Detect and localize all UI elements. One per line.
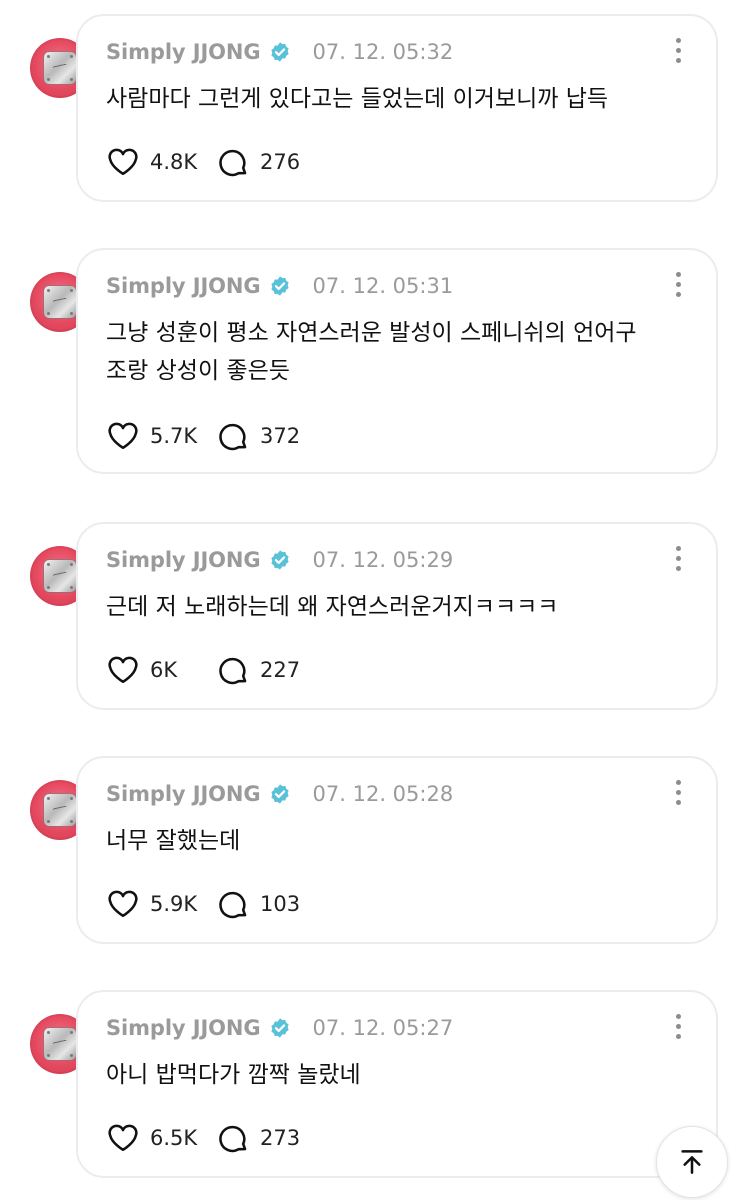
like-count: 4.8K [150, 150, 198, 174]
like-button[interactable]: 5.9K [106, 887, 216, 921]
like-button[interactable]: 4.8K [106, 145, 216, 179]
reply-button[interactable]: 276 [216, 145, 326, 179]
reply-button[interactable]: 273 [216, 1121, 326, 1155]
author-name[interactable]: Simply JJONG [106, 40, 261, 64]
more-vertical-icon[interactable] [674, 272, 682, 300]
heart-icon [108, 890, 138, 918]
comment-bubble-icon [219, 423, 247, 451]
comment-card: Simply JJONG 07. 12. 05:29 근데 저 노래하는데 왜 … [76, 522, 718, 710]
author-name[interactable]: Simply JJONG [106, 1016, 261, 1040]
verified-badge-icon [270, 42, 289, 62]
comment-text: 근데 저 노래하는데 왜 자연스러운거지ㅋㅋㅋㅋ [106, 594, 559, 620]
reply-button[interactable]: 227 [216, 653, 326, 687]
verified-badge-icon [270, 276, 289, 296]
heart-icon [108, 148, 138, 176]
reply-button[interactable]: 103 [216, 887, 326, 921]
verified-badge-icon [270, 550, 289, 570]
comment-card: Simply JJONG 07. 12. 05:32 사람마다 그런게 있다고는… [76, 14, 718, 202]
more-vertical-icon[interactable] [674, 780, 682, 808]
like-button[interactable]: 6K [106, 653, 216, 687]
author-name[interactable]: Simply JJONG [106, 274, 261, 298]
heart-icon [108, 656, 138, 684]
like-button[interactable]: 5.7K [106, 419, 216, 453]
reply-count: 227 [260, 658, 301, 682]
comment-feed: Simply JJONG 07. 12. 05:32 사람마다 그런게 있다고는… [0, 0, 748, 1200]
heart-icon [108, 422, 138, 450]
like-count: 5.7K [150, 424, 198, 448]
reply-count: 276 [260, 150, 301, 174]
timestamp: 07. 12. 05:27 [312, 1016, 454, 1040]
comment-bubble-icon [219, 149, 247, 177]
comment-card: Simply JJONG 07. 12. 05:31 그냥 성훈이 평소 자연스… [76, 248, 718, 474]
comment-card: Simply JJONG 07. 12. 05:27 아니 밥먹다가 깜짝 놀랐… [76, 990, 718, 1178]
timestamp: 07. 12. 05:32 [312, 40, 454, 64]
more-vertical-icon[interactable] [674, 546, 682, 574]
timestamp: 07. 12. 05:31 [312, 274, 454, 298]
verified-badge-icon [270, 784, 289, 804]
timestamp: 07. 12. 05:28 [312, 782, 454, 806]
like-count: 6K [150, 658, 178, 682]
author-name[interactable]: Simply JJONG [106, 548, 261, 572]
comment-text: 아니 밥먹다가 깜짝 놀랐네 [106, 1062, 361, 1088]
reply-count: 103 [260, 892, 301, 916]
comment-bubble-icon [219, 891, 247, 919]
comment-text: 너무 잘했는데 [106, 828, 241, 854]
reply-button[interactable]: 372 [216, 419, 326, 453]
more-vertical-icon[interactable] [674, 38, 682, 66]
scroll-to-top-button[interactable] [656, 1126, 728, 1198]
like-count: 5.9K [150, 892, 198, 916]
comment-text: 그냥 성훈이 평소 자연스러운 발성이 스페니쉬의 언어구조랑 상성이 좋은듯 [106, 320, 637, 384]
like-button[interactable]: 6.5K [106, 1121, 216, 1155]
author-name[interactable]: Simply JJONG [106, 782, 261, 806]
comment-text: 사람마다 그런게 있다고는 들었는데 이거보니까 납득 [106, 86, 609, 112]
verified-badge-icon [270, 1018, 289, 1038]
reply-count: 273 [260, 1126, 301, 1150]
more-vertical-icon[interactable] [674, 1014, 682, 1042]
like-count: 6.5K [150, 1126, 198, 1150]
timestamp: 07. 12. 05:29 [312, 548, 454, 572]
comment-bubble-icon [219, 1125, 247, 1153]
comment-bubble-icon [219, 657, 247, 685]
reply-count: 372 [260, 424, 301, 448]
heart-icon [108, 1124, 138, 1152]
comment-card: Simply JJONG 07. 12. 05:28 너무 잘했는데 5.9K … [76, 756, 718, 944]
arrow-up-to-top-icon [681, 1150, 703, 1174]
